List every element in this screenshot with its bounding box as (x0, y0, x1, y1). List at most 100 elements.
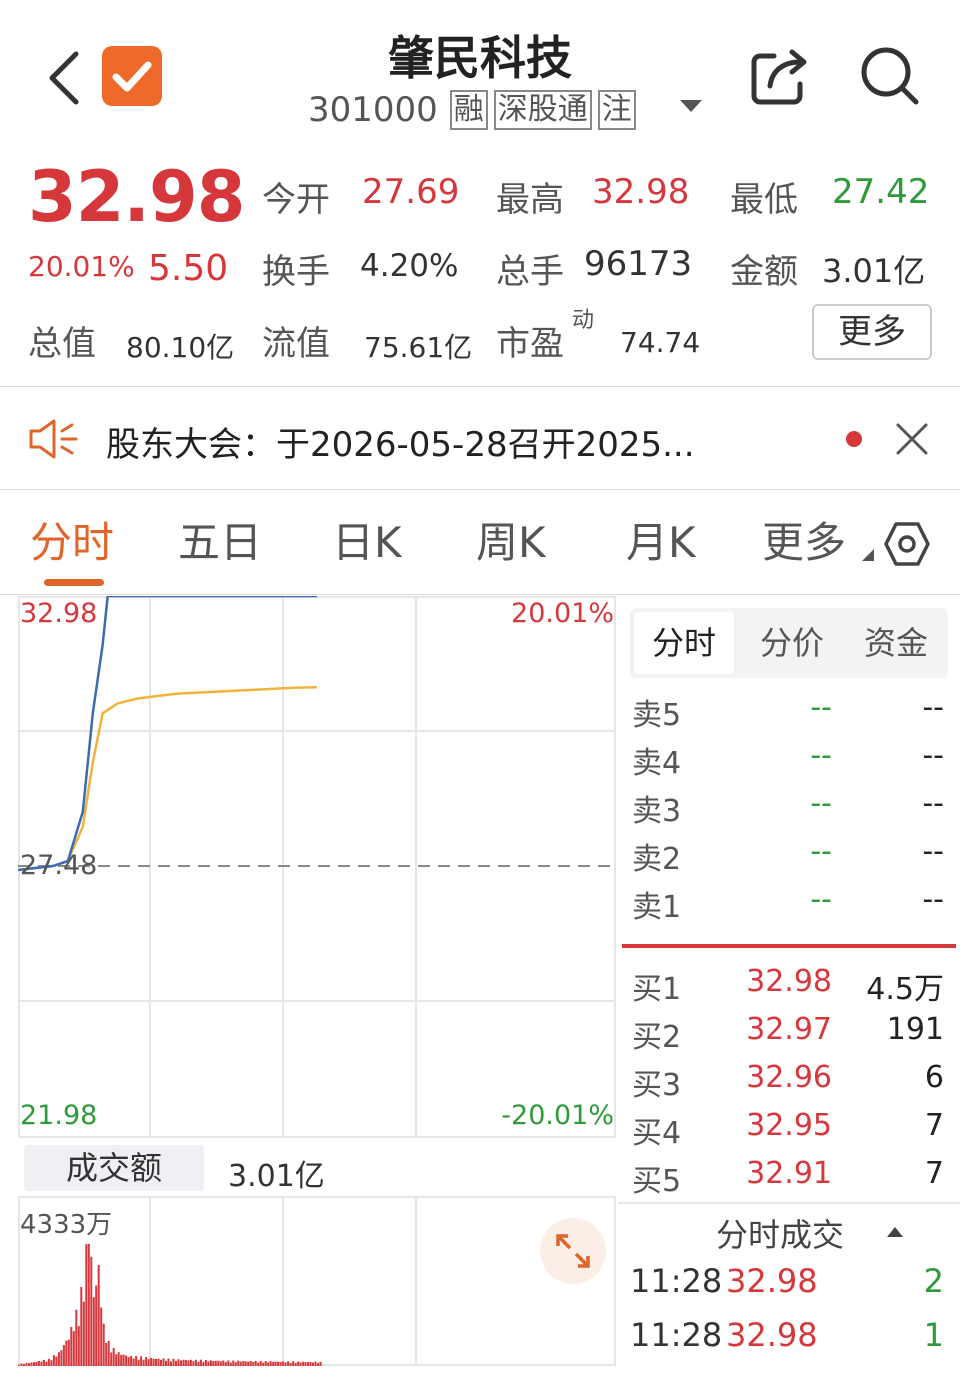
volume-bar (117, 1352, 120, 1366)
bid-row-3: 买3 32.96 6 (618, 1060, 960, 1108)
volume-bar (70, 1327, 73, 1366)
tab-five-day[interactable]: 五日 (178, 491, 262, 595)
dropdown-triangle-icon[interactable] (678, 98, 704, 114)
ask-label: 卖2 (632, 842, 682, 877)
amount-label: 金额 (730, 252, 798, 292)
volume-bar (40, 1361, 43, 1366)
volume-header: 成交额 3.01亿 (18, 1139, 616, 1195)
tab-monthly-k[interactable]: 月K (626, 491, 696, 595)
volume-bar (95, 1285, 98, 1366)
volume-bar (252, 1362, 255, 1366)
stock-subtitle: 301000 融 深股通 注 (308, 88, 636, 132)
volume-total: 3.01亿 (228, 1159, 325, 1194)
volume-bar (197, 1361, 200, 1366)
volume-bar (75, 1309, 78, 1366)
chart-bottom-percent: -20.01% (501, 1100, 614, 1131)
volume-bar (157, 1358, 160, 1366)
bid-label: 买2 (632, 1020, 682, 1055)
volume-bar (55, 1356, 58, 1366)
volume-bar (292, 1361, 295, 1366)
bid-qty: 7 (924, 1108, 944, 1143)
back-icon[interactable] (44, 50, 84, 106)
intraday-chart[interactable]: 32.98 20.01% 27.48 21.98 -20.01% (17, 594, 616, 1138)
tab-more[interactable]: 更多 (762, 491, 846, 595)
volume-bar (125, 1355, 128, 1366)
chart-top-price: 32.98 (20, 598, 98, 629)
volume-bar (162, 1358, 165, 1366)
volume-bar (175, 1360, 177, 1366)
trade-row: 11:28 32.98 2 (618, 1262, 960, 1312)
turnover-value: 4.20% (360, 248, 459, 284)
volume-bar (152, 1358, 155, 1366)
volume-bar (222, 1360, 225, 1366)
volume-bar (204, 1360, 207, 1366)
close-icon[interactable] (894, 421, 930, 457)
volume-bar (147, 1359, 150, 1366)
trades-title: 分时成交 (716, 1216, 845, 1254)
volume-bar (189, 1359, 192, 1366)
volume-bar (307, 1362, 309, 1366)
search-icon[interactable] (858, 44, 922, 108)
ask-price: -- (810, 738, 832, 773)
volume-bar (282, 1361, 285, 1366)
ask-qty: -- (922, 786, 944, 821)
volume-bar (212, 1361, 215, 1366)
announcement-bar[interactable]: 股东大会：于2026-05-28召开2025... (0, 386, 960, 490)
ask-label: 卖1 (632, 890, 682, 925)
volume-chart[interactable]: 4333万 (18, 1196, 616, 1366)
settings-hexagon-icon[interactable] (884, 521, 930, 567)
more-button[interactable]: 更多 (812, 304, 932, 360)
volume-max-label: 4333万 (20, 1210, 113, 1240)
volume-bar (199, 1359, 202, 1366)
bid-price: 32.95 (746, 1108, 832, 1143)
intraday-chart-svg (17, 594, 616, 1138)
volume-bar (67, 1339, 70, 1366)
order-book-panel: 分时 分价 资金 卖5 -- -- 卖4 -- -- 卖3 -- -- 卖2 -- -- 卖1 -… (618, 596, 960, 1378)
volume-bar (92, 1297, 95, 1366)
volume-bar (202, 1361, 205, 1366)
subtab-intraday[interactable]: 分时 (634, 612, 734, 674)
ask-label: 卖5 (632, 698, 682, 733)
trade-qty: 2 (923, 1262, 944, 1300)
volume-bar (257, 1362, 260, 1366)
ask-qty: -- (922, 690, 944, 725)
pe-value: 74.74 (620, 326, 701, 359)
bid-label: 买1 (632, 972, 682, 1007)
share-icon[interactable] (748, 44, 812, 108)
volume-bar (224, 1362, 227, 1366)
collapse-triangle-icon[interactable] (886, 1226, 904, 1238)
average-price-line (17, 685, 318, 872)
turnover-label: 换手 (262, 252, 330, 292)
open-value: 27.69 (362, 172, 460, 212)
volume-bar (150, 1357, 153, 1366)
ask-label: 卖3 (632, 794, 682, 829)
volume-bar (274, 1361, 277, 1366)
bid-label: 买4 (632, 1116, 682, 1151)
unread-dot-icon (846, 431, 862, 447)
volume-amount-tab[interactable]: 成交额 (24, 1145, 204, 1191)
subtab-price-volume[interactable]: 分价 (742, 612, 842, 674)
quote-panel: 32.98 20.01% 5.50 总值 80.10亿 今开 27.69 最高 … (0, 150, 960, 385)
open-label: 今开 (262, 180, 330, 220)
volume-bar (172, 1358, 175, 1366)
volume-bar (90, 1256, 93, 1366)
volume-bar (57, 1352, 60, 1366)
tab-daily-k[interactable]: 日K (332, 491, 402, 595)
volume-bar (47, 1358, 50, 1366)
subtab-capital-flow[interactable]: 资金 (846, 612, 946, 674)
trades-header[interactable]: 分时成交 (618, 1202, 960, 1258)
ask-price: -- (810, 882, 832, 917)
volume-bar (182, 1359, 185, 1366)
volume-bar (254, 1360, 257, 1366)
volume-bar (112, 1348, 115, 1366)
volume-bar (25, 1362, 28, 1366)
volume-bar (85, 1244, 88, 1366)
volume-bar (177, 1359, 180, 1366)
volume-bar (217, 1360, 220, 1366)
expand-chart-button[interactable] (540, 1218, 606, 1284)
tab-weekly-k[interactable]: 周K (476, 491, 546, 595)
watchlist-check-icon[interactable] (102, 46, 162, 106)
period-tabs: 分时 五日 日K 周K 月K 更多 (0, 491, 960, 595)
ask-row-1: 卖1 -- -- (618, 882, 960, 930)
announcement-text[interactable]: 股东大会：于2026-05-28召开2025... (106, 417, 826, 466)
